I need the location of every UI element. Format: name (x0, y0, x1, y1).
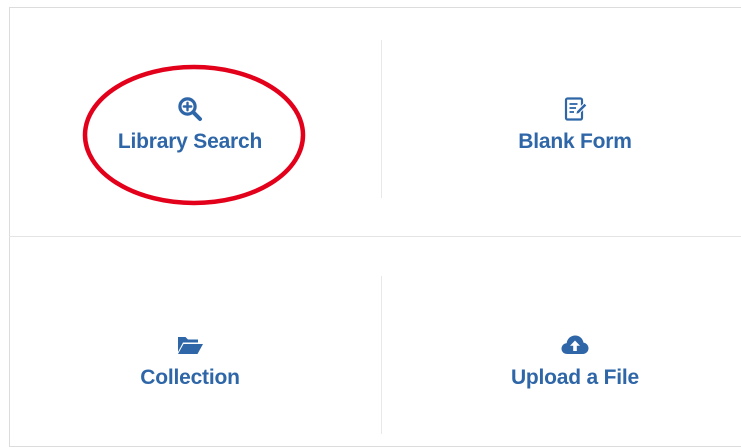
row-divider (9, 236, 741, 237)
collection-tile[interactable]: Collection (80, 316, 300, 406)
library-search-tile[interactable]: Library Search (80, 80, 300, 170)
collection-label: Collection (140, 366, 240, 389)
blank-form-tile[interactable]: Blank Form (465, 80, 685, 170)
upload-file-label: Upload a File (510, 366, 640, 389)
column-divider-top (381, 40, 382, 198)
folder-open-icon (178, 337, 203, 354)
search-plus-icon (178, 97, 202, 121)
column-divider-bottom (381, 276, 382, 434)
library-search-label: Library Search (117, 130, 263, 153)
upload-file-tile[interactable]: Upload a File (465, 316, 685, 406)
blank-form-label: Blank Form (518, 130, 632, 153)
edit-document-icon (564, 97, 588, 121)
cloud-upload-icon (561, 335, 589, 354)
